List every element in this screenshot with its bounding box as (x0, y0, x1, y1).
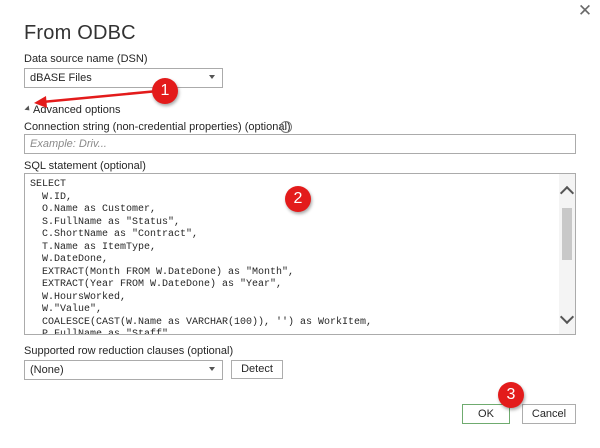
connection-string-input[interactable]: Example: Driv... (24, 134, 576, 154)
expand-triangle-icon[interactable] (24, 105, 32, 113)
scroll-down-icon[interactable] (559, 309, 575, 325)
row-reduction-value: (None) (30, 364, 64, 376)
dsn-label: Data source name (DSN) (24, 53, 148, 65)
chevron-down-icon (209, 367, 215, 371)
close-icon[interactable]: ✕ (576, 2, 594, 20)
connection-string-label: Connection string (non-credential proper… (24, 121, 291, 133)
advanced-options-toggle[interactable]: Advanced options (33, 104, 120, 116)
connection-string-placeholder: Example: Driv... (30, 138, 107, 150)
row-reduction-dropdown[interactable]: (None) (24, 360, 223, 380)
detect-button[interactable]: Detect (231, 360, 283, 379)
row-reduction-label: Supported row reduction clauses (optiona… (24, 345, 234, 357)
dsn-dropdown[interactable]: dBASE Files (24, 68, 223, 88)
ok-button[interactable]: OK (462, 404, 510, 424)
scroll-thumb[interactable] (562, 208, 572, 260)
info-icon[interactable]: i (280, 121, 292, 133)
scroll-up-icon[interactable] (559, 185, 575, 201)
sql-statement-text: SELECT W.ID, O.Name as Customer, S.FullN… (30, 179, 373, 335)
chevron-down-icon (209, 75, 215, 79)
annotation-badge-2: 2 (285, 186, 311, 212)
cancel-button[interactable]: Cancel (522, 404, 576, 424)
sql-scrollbar[interactable] (559, 174, 575, 334)
dialog-title: From ODBC (24, 22, 136, 44)
annotation-badge-3: 3 (498, 382, 524, 408)
sql-statement-label: SQL statement (optional) (24, 160, 146, 172)
annotation-badge-1: 1 (152, 78, 178, 104)
dsn-value: dBASE Files (30, 72, 92, 84)
